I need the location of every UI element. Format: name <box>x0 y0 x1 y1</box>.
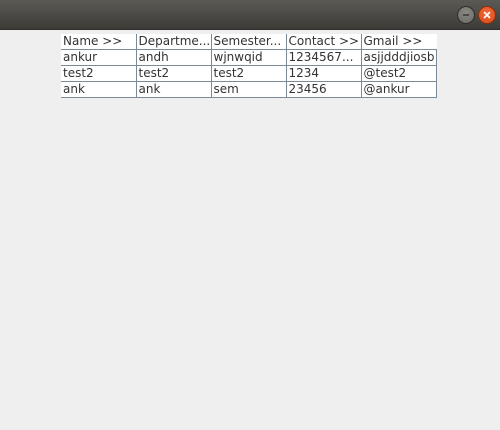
table-cell-semester[interactable]: sem <box>210 81 287 98</box>
close-icon <box>483 11 491 19</box>
students-table[interactable]: Name >> Departme... Semester... Contact … <box>61 34 437 98</box>
table-cell-department[interactable]: ank <box>135 81 212 98</box>
table-header: Name >> Departme... Semester... Contact … <box>61 34 436 50</box>
table-row[interactable]: test2 test2 test2 1234 @test2 <box>61 65 437 82</box>
column-header-department[interactable]: Departme... <box>135 34 212 50</box>
table-cell-contact[interactable]: 1234567... <box>285 49 362 66</box>
table-cell-semester[interactable]: wjnwqid <box>210 49 287 66</box>
column-header-semester[interactable]: Semester... <box>210 34 287 50</box>
window-titlebar[interactable] <box>0 0 500 30</box>
table-cell-department[interactable]: test2 <box>135 65 212 82</box>
students-table-container: Name >> Departme... Semester... Contact … <box>61 34 437 98</box>
column-header-name[interactable]: Name >> <box>61 34 137 50</box>
table-cell-name[interactable]: ank <box>61 81 137 98</box>
table-body: ankur andh wjnwqid 1234567... asjjdddjio… <box>61 49 437 98</box>
table-cell-name[interactable]: test2 <box>61 65 137 82</box>
table-cell-gmail[interactable]: @ankur <box>360 81 437 98</box>
minimize-button[interactable] <box>457 6 475 24</box>
table-row[interactable]: ankur andh wjnwqid 1234567... asjjdddjio… <box>61 49 437 66</box>
column-header-contact[interactable]: Contact >> <box>285 34 362 50</box>
table-cell-name[interactable]: ankur <box>61 49 137 66</box>
column-header-gmail[interactable]: Gmail >> <box>360 34 436 50</box>
table-cell-contact[interactable]: 23456 <box>285 81 362 98</box>
table-cell-semester[interactable]: test2 <box>210 65 287 82</box>
table-cell-gmail[interactable]: asjjdddjiosb <box>360 49 437 66</box>
table-cell-department[interactable]: andh <box>135 49 212 66</box>
close-button[interactable] <box>478 6 496 24</box>
table-cell-gmail[interactable]: @test2 <box>360 65 437 82</box>
table-header-row: Name >> Departme... Semester... Contact … <box>61 34 436 50</box>
minimize-icon <box>463 14 469 16</box>
table-cell-contact[interactable]: 1234 <box>285 65 362 82</box>
table-row[interactable]: ank ank sem 23456 @ankur <box>61 81 437 98</box>
